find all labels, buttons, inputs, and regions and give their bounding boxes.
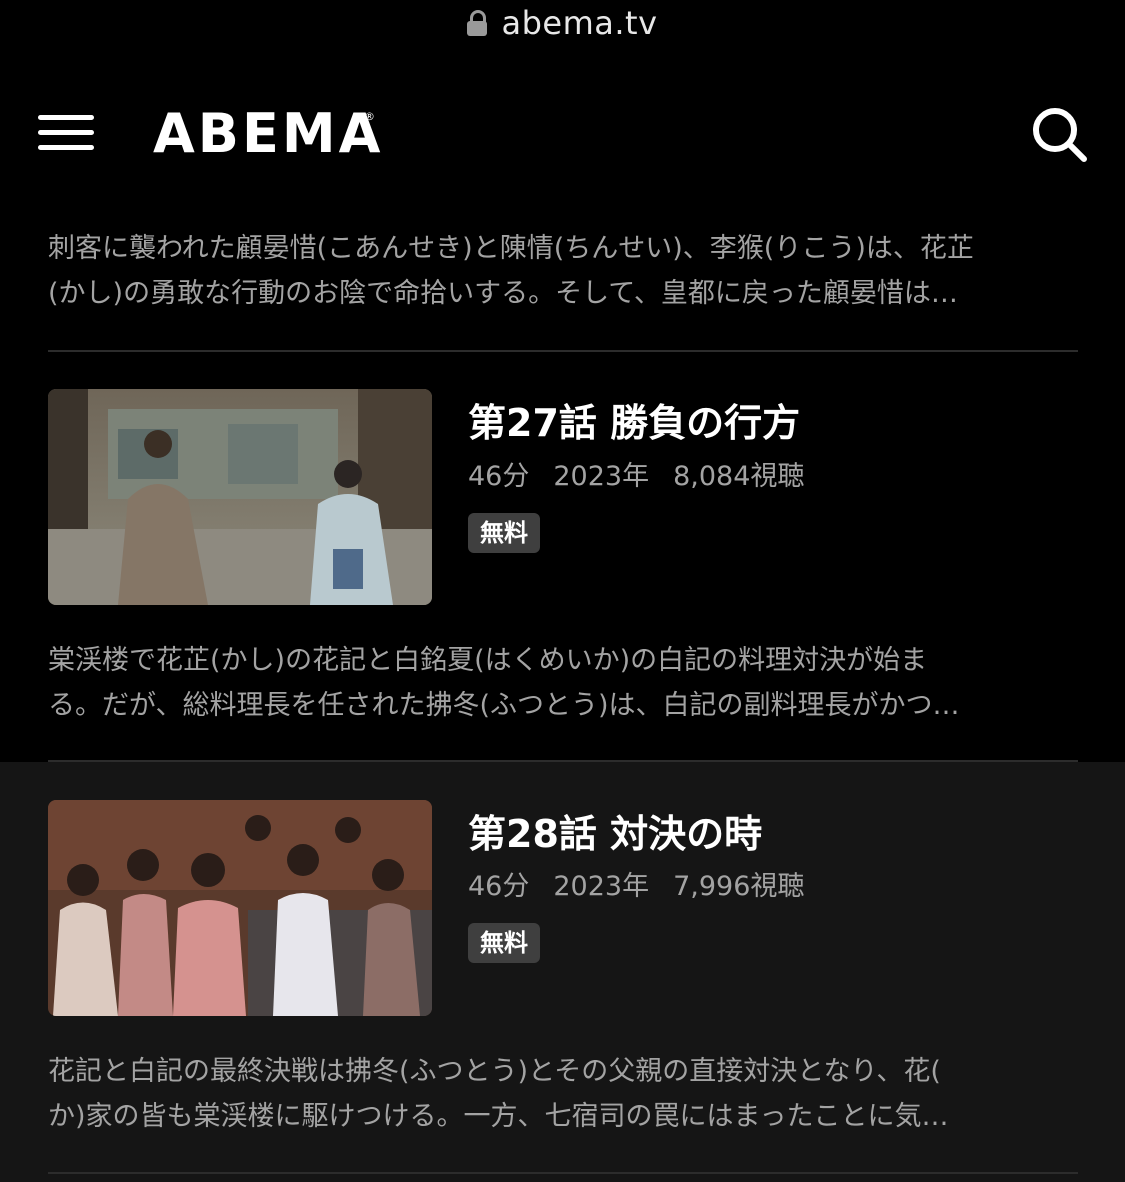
- browser-url-bar[interactable]: abema.tv: [0, 0, 1125, 46]
- registered-mark: ®: [364, 110, 375, 123]
- episode-year: 2023年: [553, 461, 650, 492]
- lock-icon: [467, 10, 488, 36]
- free-badge: 無料: [468, 923, 540, 963]
- episode-views: 7,996視聴: [673, 871, 805, 902]
- episode-year: 2023年: [553, 871, 650, 902]
- episode-description[interactable]: 棠渓楼で花芷(かし)の花記と白銘夏(はくめいか)の白記の料理対決が始ま る。だが…: [48, 638, 1078, 728]
- free-badge: 無料: [468, 513, 540, 553]
- episode-duration: 46分: [468, 871, 530, 902]
- hamburger-menu-icon[interactable]: [38, 113, 94, 153]
- episode-thumbnail[interactable]: [48, 389, 432, 605]
- url-text: abema.tv: [501, 4, 658, 42]
- episode-title[interactable]: 第27話 勝負の行方: [468, 392, 800, 447]
- episode-thumbnail[interactable]: [48, 800, 432, 1016]
- divider: [48, 1172, 1078, 1174]
- search-icon[interactable]: [1030, 105, 1088, 163]
- app-header: ABEMA ®: [0, 80, 1125, 190]
- abema-logo[interactable]: ABEMA: [153, 102, 383, 165]
- episode-meta: 46分 2023年 8,084視聴: [468, 454, 828, 493]
- episode-meta: 46分 2023年 7,996視聴: [468, 864, 828, 903]
- episode-views: 8,084視聴: [673, 461, 805, 492]
- episode-title[interactable]: 第28話 対決の時: [468, 803, 762, 858]
- episode-description[interactable]: 刺客に襲われた顧晏惜(こあんせき)と陳情(ちんせい)、李猴(りこう)は、花芷 (…: [48, 226, 1078, 316]
- episode-duration: 46分: [468, 461, 530, 492]
- episode-description[interactable]: 花記と白記の最終決戦は拂冬(ふつとう)とその父親の直接対決となり、花( か)家の…: [48, 1049, 1078, 1139]
- divider: [48, 350, 1078, 352]
